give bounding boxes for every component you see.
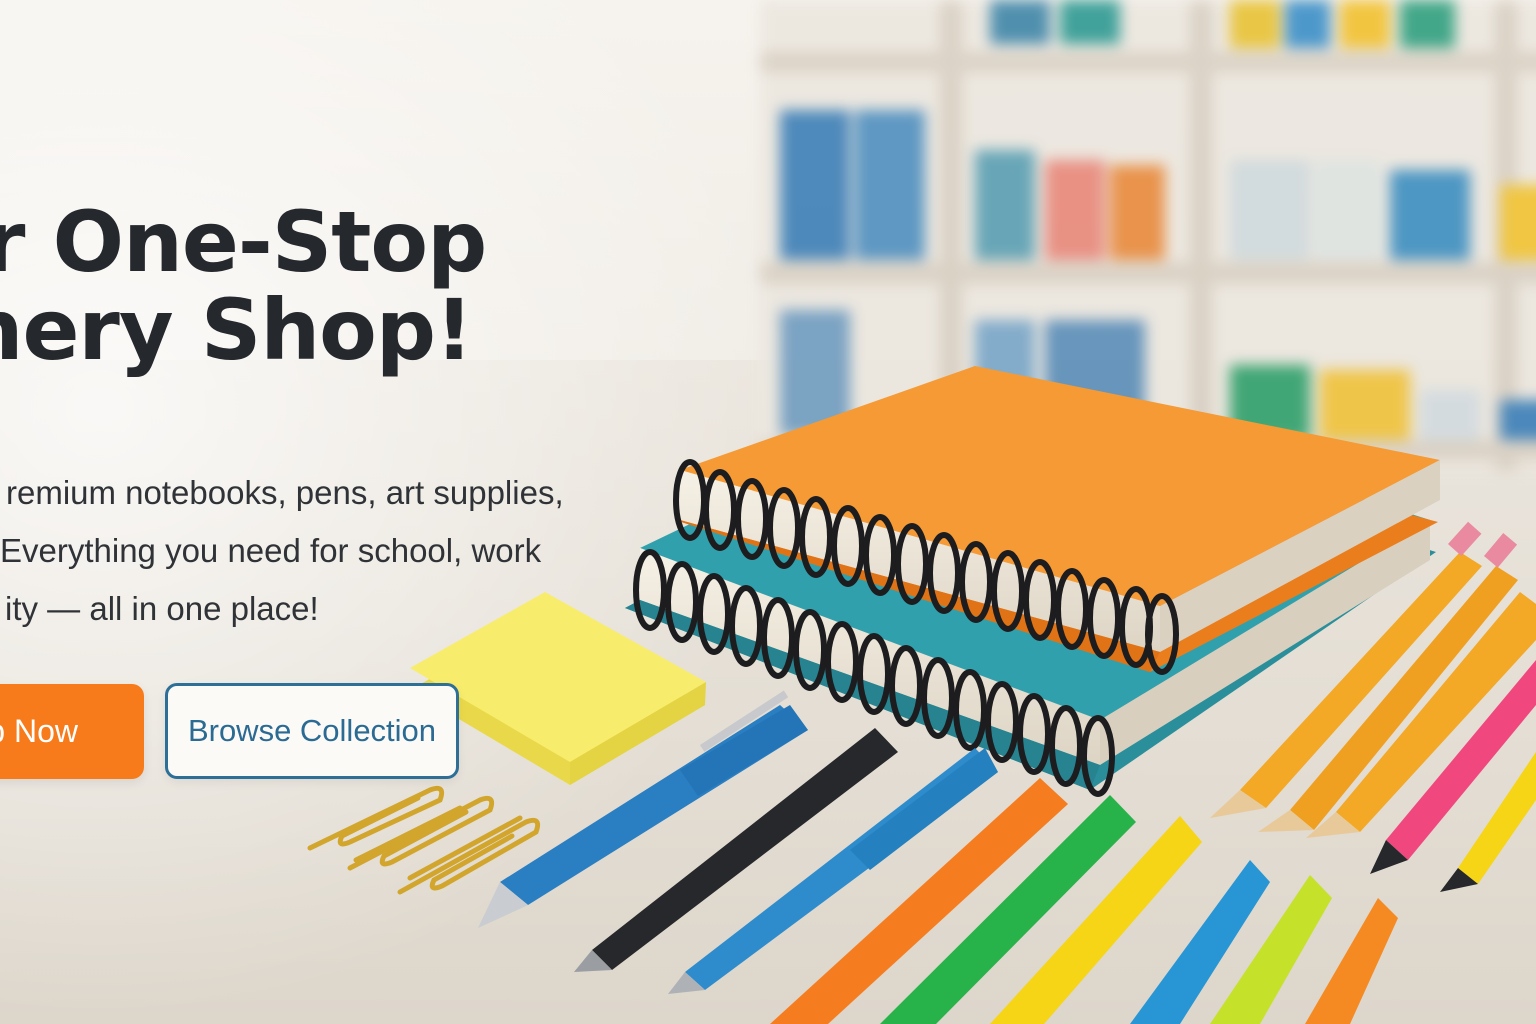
description-line-1: remium notebooks, pens, art supplies,	[6, 474, 564, 511]
shop-now-button[interactable]: p Now	[0, 684, 144, 779]
headline-line-2: tionery Shop!	[0, 281, 473, 379]
hero-headline: r One-Stop tionery Shop!	[0, 193, 487, 379]
description-line-3: ity — all in one place!	[5, 590, 319, 627]
browse-collection-button[interactable]: Browse Collection	[165, 683, 459, 779]
headline-line-1: r One-Stop	[0, 193, 487, 291]
hero-description: remium notebooks, pens, art supplies, Ev…	[0, 464, 564, 638]
hero-banner: r One-Stop tionery Shop! remium notebook…	[0, 0, 1536, 1024]
hero-content: r One-Stop tionery Shop! remium notebook…	[0, 0, 760, 1024]
description-line-2: Everything you need for school, work	[0, 532, 542, 569]
